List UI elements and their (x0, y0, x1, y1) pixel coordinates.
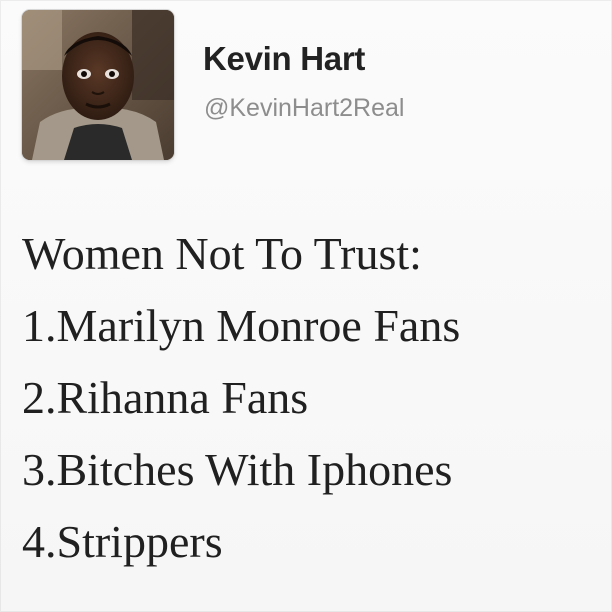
tweet-line-item-3: 3.Bitches With Iphones (22, 444, 453, 495)
tweet-line-item-1: 1.Marilyn Monroe Fans (22, 300, 461, 351)
tweet-line-item-2: 2.Rihanna Fans (22, 372, 309, 423)
profile-avatar[interactable] (22, 10, 174, 160)
author-handle[interactable]: @KevinHart2Real (204, 94, 404, 123)
tweet-line-heading: Women Not To Trust: (22, 228, 422, 279)
author-name[interactable]: Kevin Hart (203, 40, 365, 78)
tweet-body: Women Not To Trust: 1.Marilyn Monroe Fan… (22, 218, 607, 578)
tweet-line-item-4: 4.Strippers (22, 516, 223, 567)
avatar-photo-icon (22, 10, 174, 160)
tweet-card: Kevin Hart @KevinHart2Real Women Not To … (0, 0, 612, 612)
